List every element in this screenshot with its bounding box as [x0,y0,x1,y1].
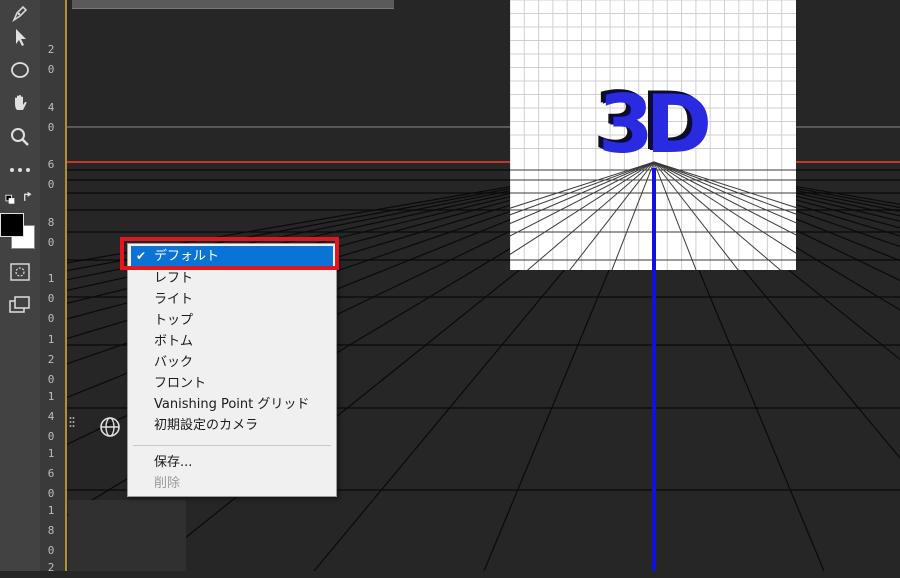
menu-item-label: トップ [154,313,194,328]
hand-tool-icon[interactable] [4,90,36,116]
menu-item-label: 保存... [154,455,193,470]
ruler-tick: 2 0 [47,43,55,76]
menu-item-label: 削除 [154,476,181,491]
menu-item-save[interactable]: 保存... [128,452,336,473]
menu-item-label: フロント [154,376,207,391]
ruler-tick: 8 0 [47,216,55,249]
ruler-tick: 1 6 0 [47,447,55,500]
z-axis-line [652,168,656,571]
ruler-tick: 2 [47,561,55,574]
menu-item-front[interactable]: フロント [128,373,336,394]
menu-separator [133,445,331,446]
ruler-tick: 1 4 0 [47,390,55,443]
vertical-ruler: 2 0 4 0 6 0 8 0 1 0 0 1 2 0 1 4 0 1 6 0 … [40,0,67,574]
swap-colors-icon[interactable] [4,186,36,212]
menu-item-label: 初期設定のカメラ [154,418,259,433]
menu-item-back[interactable]: バック [128,352,336,373]
menu-item-bottom[interactable]: ボトム [128,331,336,352]
camera-view-menu: ✔ デフォルト レフト ライト トップ ボトム バック フロント Vanishi… [127,243,337,497]
menu-item-right[interactable]: ライト [128,289,336,310]
panel-drag-handle[interactable] [69,415,75,429]
globe-icon[interactable] [98,415,122,439]
screen-mode-icon[interactable] [4,292,36,318]
ruler-tick: 6 0 [47,158,55,191]
menu-item-label: バック [154,355,194,370]
3d-axis-widget-panel [68,500,186,571]
menu-item-vanishing-point-grid[interactable]: Vanishing Point グリッド [128,394,336,415]
menu-item-label: レフト [154,271,194,286]
3d-model-text[interactable]: 3D [598,82,718,168]
annotation-highlight-box [120,237,339,270]
more-tools-icon[interactable] [4,157,36,183]
ruler-tick: 1 0 0 [47,272,55,325]
menu-item-label: Vanishing Point グリッド [154,397,310,412]
ruler-tick: 4 0 [47,101,55,134]
menu-item-top[interactable]: トップ [128,310,336,331]
foreground-color-swatch[interactable] [0,213,24,237]
menu-item-label: ライト [154,292,194,307]
path-selection-icon[interactable] [4,24,36,50]
top-panel-strip [72,0,394,9]
ruler-tick: 1 8 0 [47,504,55,557]
ruler-tick: 1 2 0 [47,333,55,386]
pen-tool-icon[interactable] [4,0,36,26]
menu-item-default-camera[interactable]: 初期設定のカメラ [128,415,336,436]
menu-item-label: ボトム [154,334,194,349]
ellipse-tool-icon[interactable] [4,57,36,83]
menu-item-delete: 削除 [128,473,336,494]
menu-item-left[interactable]: レフト [128,268,336,289]
tools-panel [0,0,40,571]
quick-mask-icon[interactable] [4,259,36,285]
zoom-tool-icon[interactable] [4,124,36,150]
